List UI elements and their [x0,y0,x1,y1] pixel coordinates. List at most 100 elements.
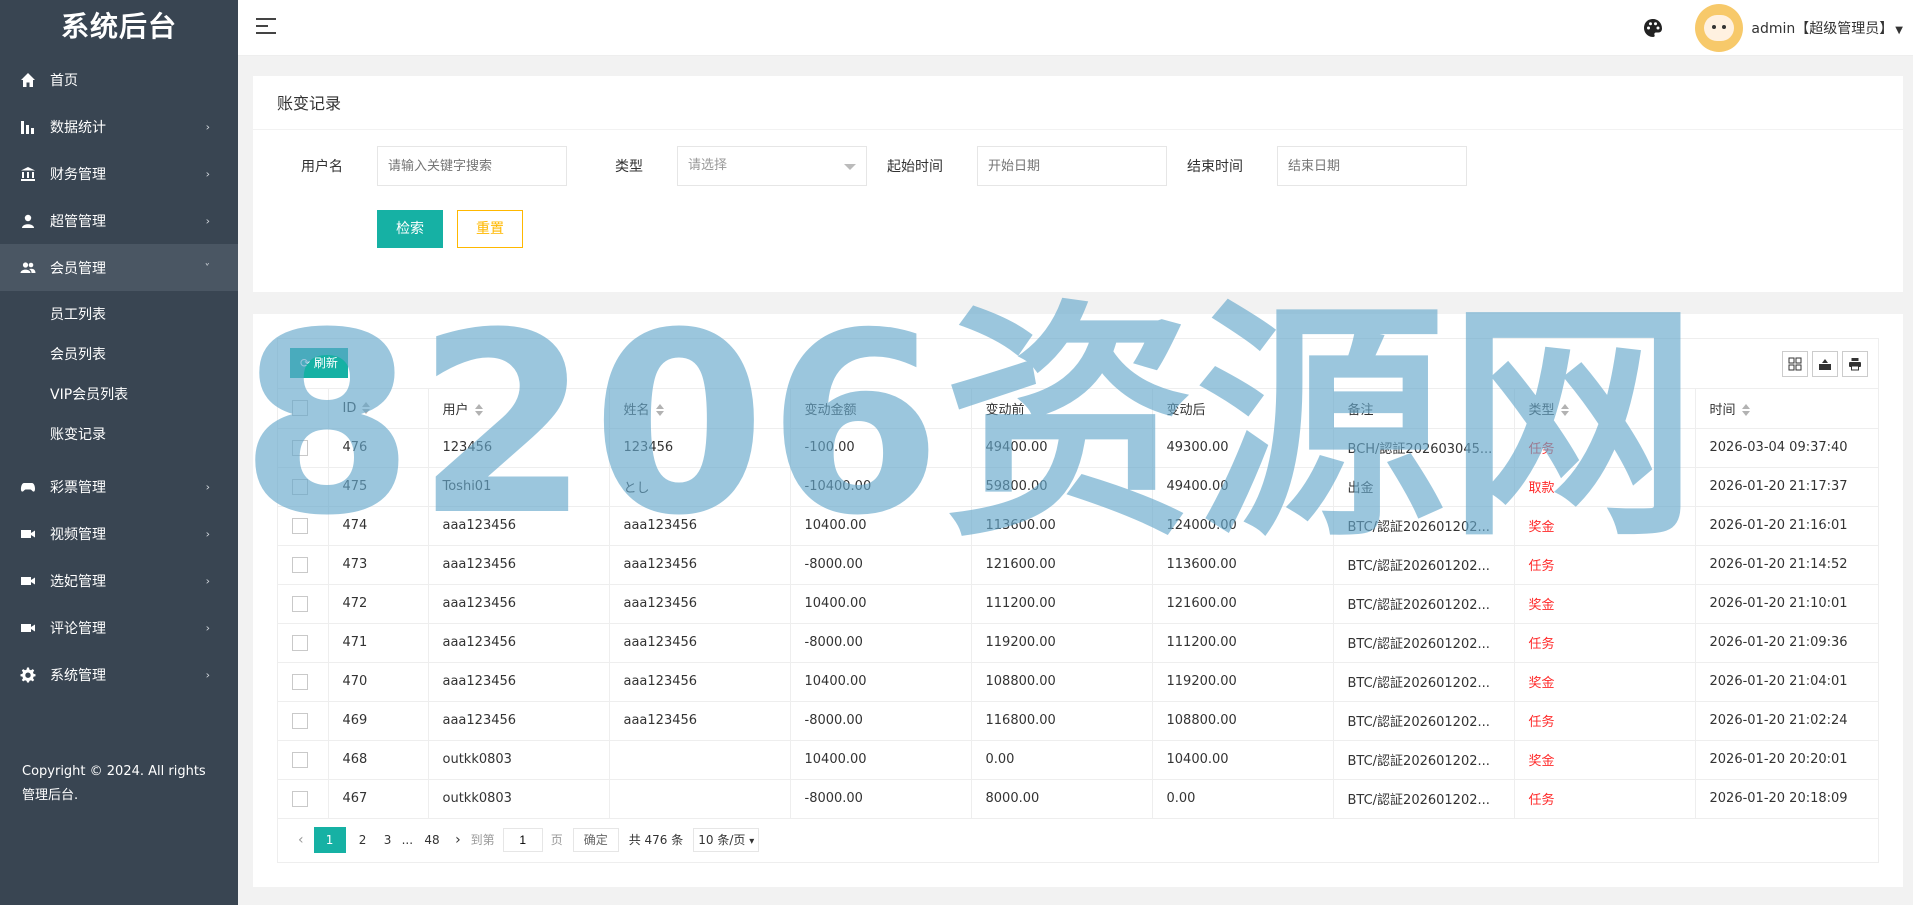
sidebar-item-finance[interactable]: 财务管理 › [0,150,238,197]
page-button[interactable]: 2 [350,827,376,853]
submenu-item-vip-list[interactable]: VIP会员列表 [0,375,238,415]
column-header-name[interactable]: 姓名 [609,389,791,429]
caret-down-icon: ▼ [1895,25,1903,36]
end-time-label: 结束时间 [1187,159,1243,175]
column-header-after: 变动后 [1152,389,1334,429]
table-row: 471 aaa123456 aaa123456 -8000.00 119200.00 11… [278,623,1878,663]
sidebar-item-label: 系统管理 [50,667,106,684]
search-button[interactable]: 检索 [377,210,443,248]
sidebar-item-comments[interactable]: 评论管理 › [0,604,238,651]
end-date-input[interactable] [1277,146,1467,186]
sidebar-item-label: 彩票管理 [50,479,106,496]
select-all-checkbox[interactable] [292,400,308,417]
row-checkbox[interactable] [292,595,308,612]
type-select[interactable]: 请选择 [677,146,867,186]
cell-user: aaa123456 [428,701,610,741]
user-name: admin【超级管理员】 [1751,21,1894,37]
row-select-cell [278,545,329,585]
cell-before: 113600.00 [971,506,1153,546]
submenu-item-member-list[interactable]: 会员列表 [0,335,238,375]
table-row: 475 Toshi01 とし -10400.00 59800.00 49400.00 出金取… [278,467,1878,507]
username-input[interactable] [377,146,567,186]
cell-name: とし [609,467,791,507]
sidebar-item-concubine[interactable]: 选妃管理 › [0,557,238,604]
avatar[interactable] [1695,4,1743,52]
prev-page-icon[interactable]: ‹ [298,832,304,848]
cell-remark: BTC/認証202601202... [1333,701,1515,741]
page-size-select[interactable]: 10 条/页 ▾ [693,827,760,852]
cell-user: aaa123456 [428,545,610,585]
goto-confirm-button[interactable]: 确定 [572,827,619,852]
row-select-cell [278,662,329,702]
table-card: ⟳ 刷新 ID 用户 姓名 变动金额 变动前 变动后 备注 类型 时间 476 … [253,314,1903,887]
cell-amount: -10400.00 [790,467,972,507]
row-select-cell [278,467,329,507]
chevron-down-icon: ▾ [749,835,755,847]
sidebar-item-system[interactable]: 系统管理 › [0,651,238,698]
print-icon[interactable] [1842,351,1868,377]
row-select-cell [278,428,329,468]
row-checkbox[interactable] [292,556,308,573]
row-checkbox[interactable] [292,517,308,534]
row-checkbox[interactable] [292,712,308,729]
cell-name: aaa123456 [609,623,791,663]
row-checkbox[interactable] [292,751,308,768]
sidebar-item-members[interactable]: 会员管理 ˅ [0,244,238,291]
sidebar-item-video[interactable]: 视频管理 › [0,510,238,557]
start-time-label: 起始时间 [887,159,943,175]
sidebar-item-stats[interactable]: 数据统计 › [0,103,238,150]
sort-icon[interactable] [1741,404,1750,417]
cell-id: 467 [328,779,429,819]
user-menu[interactable]: admin【超级管理员】 ▼ [1751,18,1903,38]
row-checkbox[interactable] [292,634,308,651]
submenu-item-balance-records[interactable]: 账变记录 [0,415,238,455]
page-button[interactable]: 48 [419,827,445,853]
sort-icon[interactable] [362,402,371,415]
column-header-time[interactable]: 时间 [1695,389,1878,429]
sort-icon[interactable] [1560,404,1569,417]
cell-remark: BTC/認証202601202... [1333,662,1515,702]
sidebar-item-label: 超管管理 [50,213,106,230]
menu-toggle-icon[interactable] [256,18,276,36]
export-icon[interactable] [1812,351,1838,377]
start-date-input[interactable] [977,146,1167,186]
chevron-right-icon: › [205,574,210,587]
column-header-id[interactable]: ID [328,389,429,429]
column-header-label: 类型 [1528,402,1555,418]
refresh-label: 刷新 [313,356,338,370]
refresh-button[interactable]: ⟳ 刷新 [290,348,348,378]
page-button[interactable]: 3 [380,827,396,853]
palette-icon[interactable] [1643,18,1663,38]
column-header-type[interactable]: 类型 [1514,389,1696,429]
cell-before: 121600.00 [971,545,1153,585]
cell-amount: -8000.00 [790,623,972,663]
cell-before: 111200.00 [971,584,1153,624]
next-page-icon[interactable]: › [455,832,461,848]
sort-icon[interactable] [655,404,664,417]
sort-icon[interactable] [474,404,483,417]
row-checkbox[interactable] [292,673,308,690]
column-header-user[interactable]: 用户 [428,389,610,429]
row-checkbox[interactable] [292,439,308,456]
sidebar-item-lottery[interactable]: 彩票管理 › [0,463,238,510]
columns-filter-icon[interactable] [1782,351,1808,377]
sidebar-item-home[interactable]: 首页 [0,56,238,103]
cell-name: aaa123456 [609,662,791,702]
cell-id: 475 [328,467,429,507]
goto-page-input[interactable] [502,827,543,852]
table-body: 476 123456 123456 -100.00 49400.00 49300.00 BC… [278,428,1878,819]
submenu-item-staff-list[interactable]: 员工列表 [0,295,238,335]
cell-name: aaa123456 [609,545,791,585]
type-select-placeholder: 请选择 [688,158,728,173]
sidebar-item-label: 选妃管理 [50,573,106,590]
sidebar-item-super-admin[interactable]: 超管管理 › [0,197,238,244]
reset-button[interactable]: 重置 [457,210,523,248]
page-button[interactable]: 1 [313,826,346,853]
page-ellipsis: ... [401,832,414,847]
cell-name: aaa123456 [609,701,791,741]
row-checkbox[interactable] [292,790,308,807]
cell-id: 476 [328,428,429,468]
sidebar-item-label: 首页 [50,72,78,89]
row-checkbox[interactable] [292,478,308,495]
cell-user: aaa123456 [428,662,610,702]
